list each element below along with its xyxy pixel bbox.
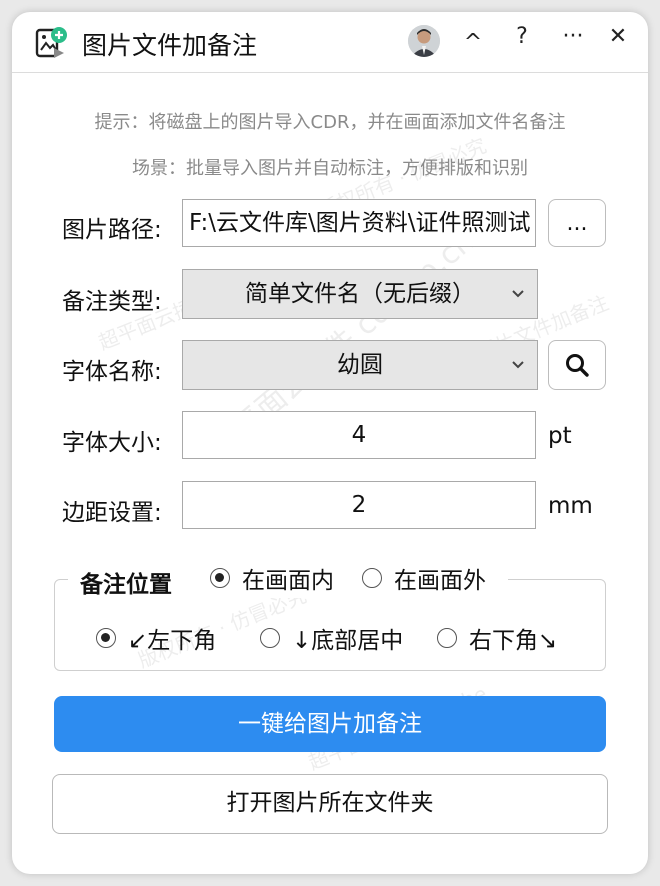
radio-bottom-center[interactable]: ↓底部居中 — [260, 623, 404, 654]
path-label: 图片路径: — [62, 217, 162, 243]
margin-label: 边距设置: — [62, 500, 162, 526]
font-name-value: 幼圆 — [337, 352, 383, 378]
radio-label: 在画面外 — [394, 568, 486, 594]
margin-input[interactable]: 2 — [182, 481, 536, 529]
radio-indicator — [437, 628, 457, 648]
more-menu-button[interactable]: ··· — [560, 24, 586, 49]
search-icon — [566, 354, 589, 377]
radio-bottom-right[interactable]: 右下角↘ — [437, 623, 558, 654]
font-name-select[interactable]: 幼圆 — [182, 340, 538, 390]
app-window: 超平面云插件 cdrccp.cn 超平面云插件 · Zebe 版权所有 · 仿冒… — [12, 12, 648, 874]
font-size-label: 字体大小: — [62, 430, 162, 456]
radio-label: 在画面内 — [242, 568, 334, 594]
note-type-label: 备注类型: — [62, 289, 162, 315]
radio-label: ↓底部居中 — [292, 628, 404, 654]
title-bar: 图片文件加备注 ^ ? ··· ✕ — [12, 12, 648, 73]
window-title: 图片文件加备注 — [82, 31, 258, 60]
radio-bottom-left[interactable]: ↙左下角 — [96, 623, 217, 654]
radio-label: ↙左下角 — [128, 628, 217, 654]
user-avatar[interactable] — [408, 25, 440, 57]
font-size-input[interactable]: 4 — [182, 411, 536, 459]
open-folder-button[interactable]: 打开图片所在文件夹 — [52, 774, 608, 834]
add-notes-button[interactable]: 一键给图片加备注 — [54, 696, 606, 752]
scenario-text: 场景：批量导入图片并自动标注，方便排版和识别 — [132, 158, 528, 179]
note-type-select[interactable]: 简单文件名（无后缀） — [182, 269, 538, 319]
radio-indicator — [96, 628, 116, 648]
font-name-label: 字体名称: — [62, 359, 162, 385]
radio-label: 右下角↘ — [469, 628, 558, 654]
browse-button[interactable]: ... — [548, 199, 606, 247]
radio-indicator — [210, 568, 230, 588]
font-size-unit: pt — [548, 423, 572, 449]
chevron-down-icon — [512, 290, 524, 298]
font-search-button[interactable] — [548, 340, 606, 390]
margin-unit: mm — [548, 493, 593, 519]
radio-indicator — [362, 568, 382, 588]
app-logo-icon — [34, 26, 68, 60]
radio-outside-canvas[interactable]: 在画面外 — [362, 563, 486, 594]
radio-indicator — [260, 628, 280, 648]
position-group-title: 备注位置 — [80, 572, 172, 598]
path-input[interactable]: F:\云文件库\图片资料\证件照测试 — [182, 199, 536, 247]
chevron-down-icon — [512, 361, 524, 369]
close-button[interactable]: ✕ — [603, 24, 633, 49]
browse-label: ... — [566, 211, 588, 236]
radio-inside-canvas[interactable]: 在画面内 — [210, 563, 334, 594]
help-button[interactable]: ? — [507, 24, 537, 49]
note-type-value: 简单文件名（无后缀） — [245, 281, 475, 307]
hint-text: 提示：将磁盘上的图片导入CDR，并在画面添加文件名备注 — [94, 112, 566, 133]
collapse-button[interactable]: ^ — [458, 30, 488, 55]
